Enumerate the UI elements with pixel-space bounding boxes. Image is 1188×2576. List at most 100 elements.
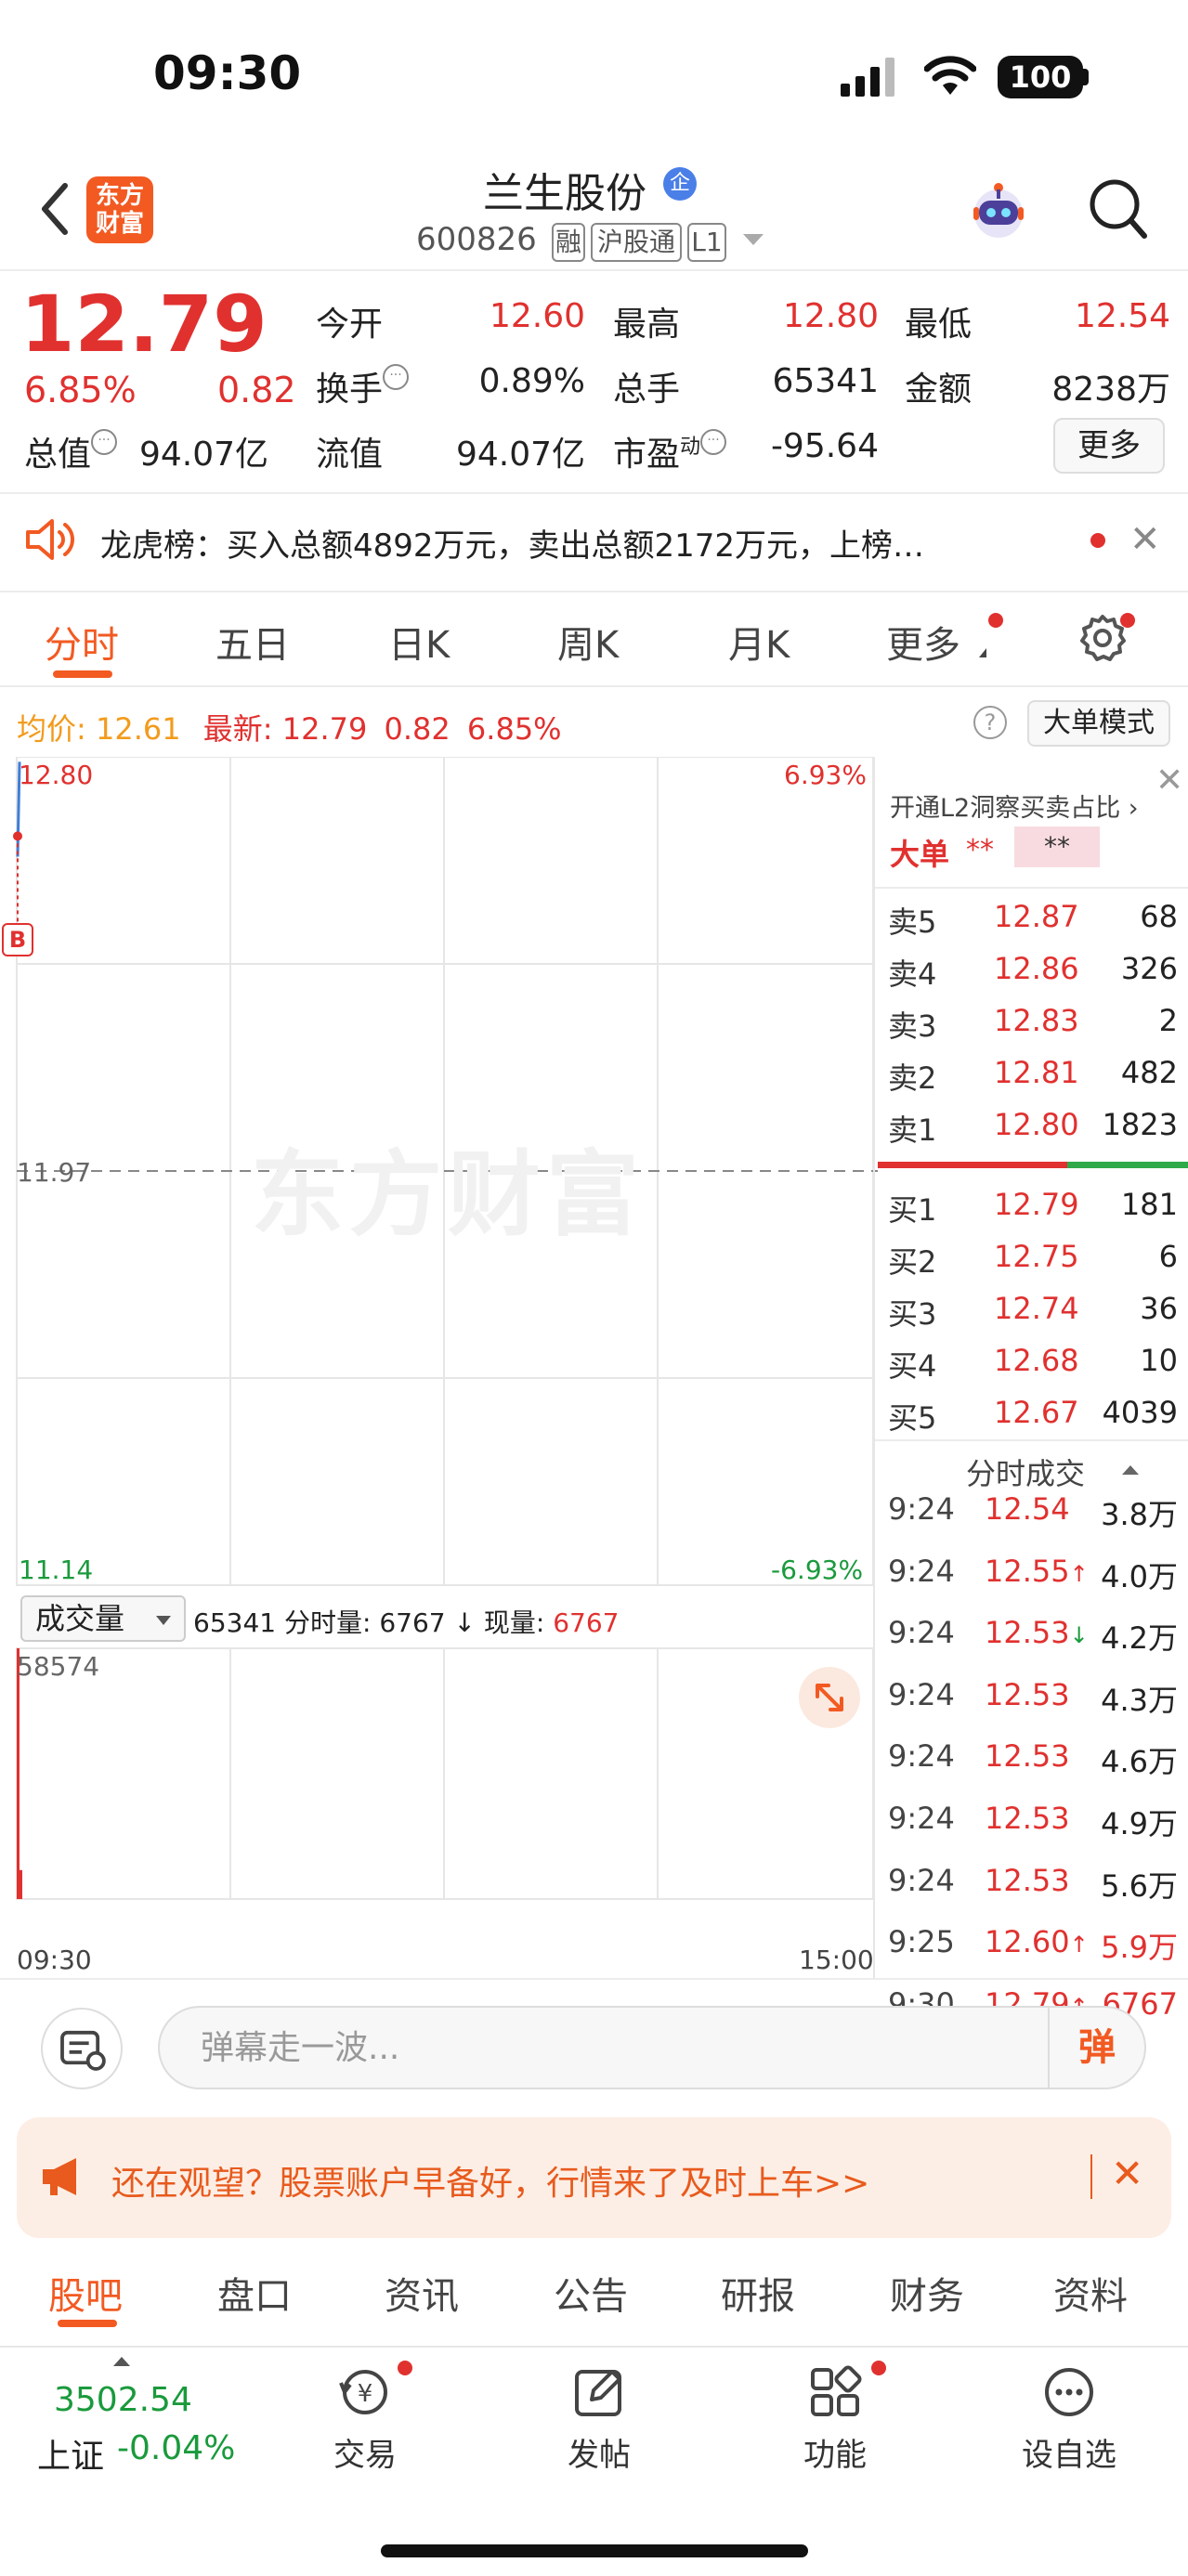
- divider: [0, 492, 1188, 494]
- index-name[interactable]: 上证: [37, 2429, 104, 2478]
- change-amount: 0.82: [217, 370, 296, 410]
- bid-row-1[interactable]: 买1 12.79 181: [888, 1187, 1178, 1233]
- volume-label: 总手: [613, 371, 681, 409]
- trades-title[interactable]: 分时成交: [966, 1451, 1085, 1493]
- trade-row: 9:24 12.53 4.6万: [888, 1738, 1178, 1785]
- watermark: 东方财富: [251, 1140, 645, 1249]
- promo-text[interactable]: 还在观望？股票账户早备好，行情来了及时上车>>: [111, 2156, 869, 2205]
- trade-volume: 4.0万: [1101, 1558, 1178, 1594]
- nav-post[interactable]: 发帖: [529, 2362, 669, 2475]
- pe-value: -95.64: [770, 427, 879, 465]
- help-icon[interactable]: ?: [973, 706, 1007, 739]
- ask-row-3[interactable]: 卖3 12.83 2: [888, 1003, 1178, 1049]
- trade-price: 12.53: [985, 1738, 1070, 1775]
- trade-price: 12.53: [985, 1676, 1070, 1712]
- volume-bar: [20, 1869, 22, 1899]
- up-arrow-icon: ↑: [1069, 1932, 1089, 1958]
- trade-volume: 4.3万: [1101, 1682, 1178, 1718]
- volume-period-label: 分时量:: [283, 1607, 372, 1638]
- trade-row: 9:24 12.55↑ 4.0万: [888, 1554, 1178, 1600]
- tab-announcements[interactable]: 公告: [554, 2266, 628, 2320]
- nav-trade[interactable]: ¥ 交易: [295, 2362, 435, 2475]
- ask-row-5[interactable]: 卖5 12.87 68: [888, 899, 1178, 945]
- volume-indicator-selector[interactable]: 成交量: [20, 1595, 186, 1642]
- info-icon[interactable]: ···: [91, 429, 118, 455]
- tab-financials[interactable]: 财务: [890, 2266, 964, 2320]
- volume-info: 65341 分时量: 6767 ↓ 现量: 6767: [193, 1603, 619, 1640]
- nav-functions[interactable]: 功能: [765, 2362, 905, 2475]
- trade-time: 9:25: [888, 1924, 955, 1960]
- more-dots-icon: [1045, 2368, 1093, 2416]
- tab-profile[interactable]: 资料: [1053, 2266, 1128, 2320]
- tab-monthly-k[interactable]: 月K: [728, 615, 790, 669]
- notice-close-button[interactable]: ✕: [1129, 518, 1161, 561]
- intraday-chart[interactable]: [0, 757, 878, 1983]
- tab-order-book[interactable]: 盘口: [217, 2266, 292, 2320]
- more-unread-dot: [988, 613, 1003, 628]
- float-cap-value: 94.07亿: [455, 436, 585, 474]
- amount-label: 金额: [905, 371, 973, 409]
- ask-row-2[interactable]: 卖2 12.81 482: [888, 1055, 1178, 1101]
- up-arrow-icon: ↑: [1069, 1560, 1089, 1587]
- promo-close-button[interactable]: ✕: [1111, 2151, 1143, 2196]
- trade-row: 9:24 12.53 4.9万: [888, 1801, 1178, 1847]
- trade-row: 9:24 12.53 4.3万: [888, 1677, 1178, 1724]
- bid-row-2[interactable]: 买2 12.75 6: [888, 1239, 1178, 1285]
- volume-max-label: 58574: [17, 1651, 100, 1682]
- buy-point-marker[interactable]: B: [2, 923, 33, 956]
- search-icon[interactable]: [1085, 175, 1150, 243]
- trade-time: 9:24: [888, 1738, 955, 1775]
- volume-down-arrow: ↓: [453, 1607, 476, 1638]
- tab-forum[interactable]: 股吧: [48, 2266, 123, 2320]
- tab-five-day[interactable]: 五日: [215, 615, 290, 669]
- danmu-input[interactable]: [201, 2024, 999, 2071]
- nav-add-watchlist[interactable]: 设自选: [999, 2362, 1139, 2475]
- big-order-mode-button[interactable]: 大单模式: [1027, 700, 1170, 747]
- danmu-send-button[interactable]: 弹: [1048, 2008, 1144, 2088]
- tab-research[interactable]: 研报: [721, 2266, 795, 2320]
- bid-row-5[interactable]: 买5 12.67 4039: [888, 1395, 1178, 1441]
- app-logo[interactable]: 东方财富: [86, 176, 153, 243]
- connect-tag: 沪股通: [591, 223, 682, 262]
- promo-banner[interactable]: 还在观望？股票账户早备好，行情来了及时上车>> ✕: [17, 2117, 1171, 2238]
- l2-insight-link[interactable]: 开通L2洞察买卖占比 ›: [890, 787, 1139, 824]
- wifi-icon: [924, 56, 976, 95]
- big-order-sell-value: **: [1014, 826, 1100, 867]
- divider: [0, 269, 1188, 271]
- expand-icon[interactable]: [799, 1667, 860, 1728]
- robot-assistant-icon[interactable]: [964, 176, 1033, 245]
- dragon-tiger-notice[interactable]: 龙虎榜：买入总额4892万元，卖出总额2172万元，上榜…: [100, 520, 1048, 566]
- tab-more[interactable]: 更多: [886, 615, 960, 669]
- bid-row-3[interactable]: 买3 12.74 36: [888, 1291, 1178, 1337]
- volume-total: 65341: [193, 1607, 277, 1638]
- order-panel-close-button[interactable]: ✕: [1155, 761, 1183, 800]
- y-axis-low-label: 11.14: [19, 1555, 94, 1585]
- chevron-up-icon[interactable]: [113, 2357, 130, 2366]
- trade-price: 12.55↑: [985, 1553, 1089, 1589]
- bid-row-4[interactable]: 买4 12.68 10: [888, 1343, 1178, 1389]
- danmu-input-box[interactable]: 弹: [158, 2006, 1146, 2089]
- tab-weekly-k[interactable]: 周K: [557, 615, 619, 669]
- battery-indicator: 100: [998, 56, 1083, 98]
- status-time: 09:30: [153, 46, 302, 100]
- tab-intraday[interactable]: 分时: [45, 615, 119, 669]
- trade-price: 12.60↑: [985, 1924, 1089, 1960]
- trade-time: 9:24: [888, 1553, 955, 1589]
- low-value: 12.54: [1074, 297, 1170, 335]
- tab-daily-k[interactable]: 日K: [388, 615, 450, 669]
- back-arrow-icon[interactable]: [33, 176, 80, 241]
- ask-row-1[interactable]: 卖1 12.80 1823: [888, 1107, 1178, 1153]
- ask-row-4[interactable]: 卖4 12.86 326: [888, 951, 1178, 997]
- tab-news[interactable]: 资讯: [385, 2266, 459, 2320]
- danmu-settings-icon[interactable]: [41, 2008, 123, 2089]
- index-change[interactable]: -0.04%: [117, 2429, 235, 2467]
- index-value[interactable]: 3502.54: [54, 2381, 192, 2419]
- chevron-down-icon[interactable]: [743, 234, 764, 245]
- more-quote-button[interactable]: 更多: [1053, 418, 1165, 474]
- info-icon[interactable]: ···: [383, 364, 410, 390]
- chevron-up-icon[interactable]: [1122, 1465, 1139, 1475]
- trade-time: 9:24: [888, 1615, 955, 1651]
- market-cap-value: 94.07亿: [139, 436, 269, 474]
- info-icon[interactable]: ···: [700, 429, 727, 455]
- current-price: 12.79: [20, 279, 268, 370]
